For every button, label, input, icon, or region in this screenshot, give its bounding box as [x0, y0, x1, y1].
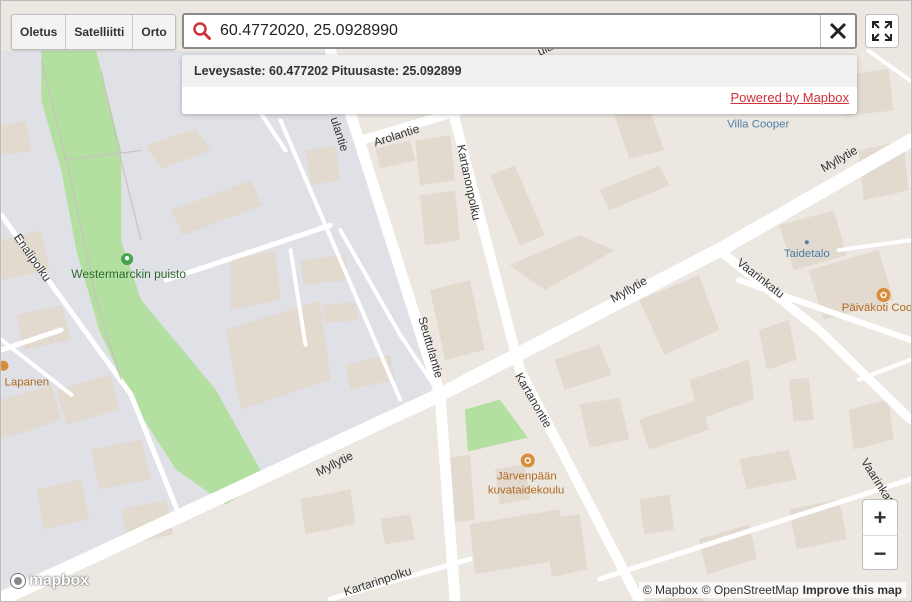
mapbox-logo[interactable]: mapbox	[9, 572, 89, 590]
place-label-school-line1: Järvenpään	[497, 470, 557, 482]
powered-by-mapbox-link[interactable]: Powered by Mapbox	[730, 90, 849, 105]
zoom-in-button[interactable]: +	[863, 500, 897, 536]
attribution-mapbox-link[interactable]: © Mapbox	[643, 583, 698, 597]
close-icon	[829, 22, 847, 40]
clear-search-button[interactable]	[820, 15, 855, 47]
layer-switcher: Oletus Satelliitti Orto	[11, 14, 176, 50]
paivakoti-marker-icon[interactable]	[876, 288, 891, 302]
search-box	[182, 13, 857, 49]
zoom-control: + −	[862, 499, 898, 570]
place-label-lapanen: Lapanen	[5, 377, 50, 389]
layer-button-oletus[interactable]: Oletus	[12, 15, 67, 49]
layer-button-satelliitti[interactable]: Satelliitti	[66, 15, 134, 49]
map-attribution: © Mapbox © OpenStreetMap Improve this ma…	[638, 582, 906, 598]
fullscreen-button[interactable]	[865, 14, 899, 48]
place-label-villa-cooper: Villa Cooper	[727, 119, 789, 131]
search-result-item[interactable]: Leveysaste: 60.477202 Pituusaste: 25.092…	[182, 55, 857, 87]
school-marker-icon[interactable]	[520, 453, 535, 468]
search-results: Leveysaste: 60.477202 Pituusaste: 25.092…	[182, 55, 857, 114]
place-label-school-line2: kuvataidekoulu	[488, 484, 564, 496]
layer-button-orto[interactable]: Orto	[133, 15, 175, 49]
fullscreen-icon	[872, 21, 892, 41]
mapbox-logo-text: mapbox	[29, 572, 89, 589]
search-input[interactable]	[220, 22, 820, 40]
attribution-osm-link[interactable]: © OpenStreetMap	[702, 583, 799, 597]
taidetalo-marker-icon[interactable]	[804, 240, 809, 245]
search-icon	[184, 15, 220, 47]
place-label-taidetalo: Taidetalo	[784, 248, 830, 260]
park-label: Westermarckin puisto	[71, 267, 186, 281]
mapbox-logo-icon	[10, 573, 26, 589]
improve-map-link[interactable]: Improve this map	[803, 583, 902, 597]
place-label-paivakoti: Päiväkoti Coo	[842, 302, 912, 314]
zoom-out-button[interactable]: −	[863, 536, 897, 569]
